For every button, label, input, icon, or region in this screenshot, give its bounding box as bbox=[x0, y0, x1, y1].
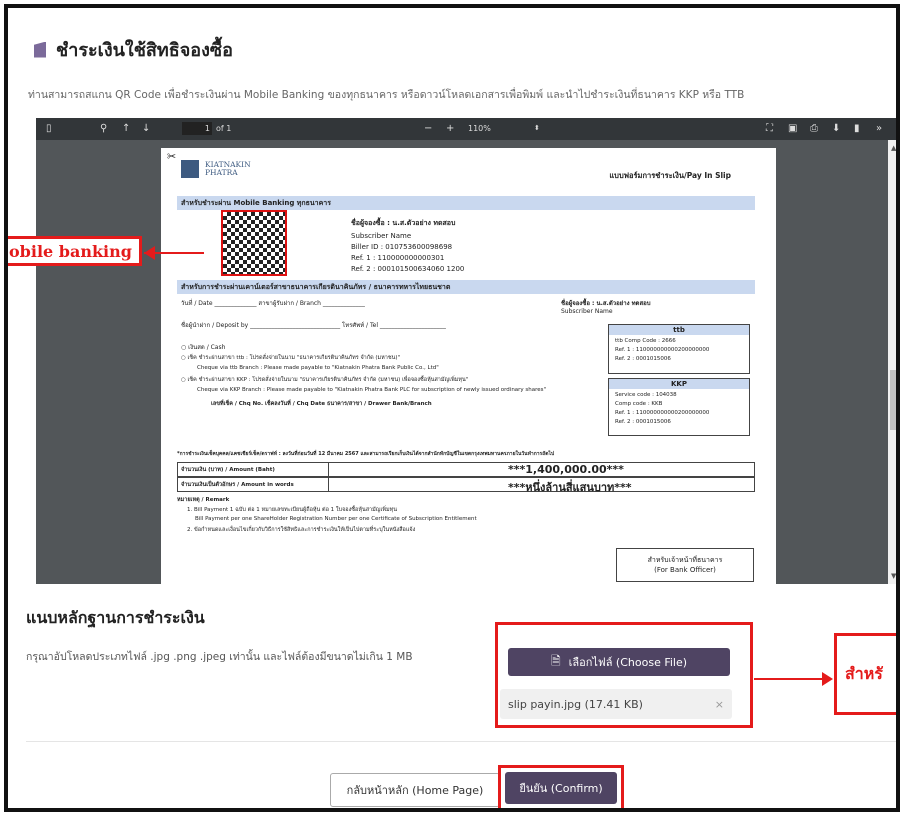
amount-label: จำนวนเงิน (บาท) / Amount (Baht) bbox=[181, 467, 275, 473]
depositor-line: ชื่อผู้นำฝาก / Deposit by ______________… bbox=[181, 322, 446, 329]
pdf-scrollbar[interactable]: ▲ ▼ bbox=[888, 140, 896, 584]
ttb-ref2: Ref. 2 : 0001015006 bbox=[615, 356, 671, 362]
date-line: วันที่ / Date ______________ สาขาผู้รับฝ… bbox=[181, 300, 365, 307]
presentation-mode-icon[interactable]: ⛶ bbox=[766, 123, 773, 134]
kkp-ref2: Ref. 2 : 0001015006 bbox=[615, 419, 671, 425]
attach-section-title: แนบหลักฐานการชำระเงิน bbox=[26, 608, 205, 627]
kkp-box: KKP Service code : 104038 Comp code : KK… bbox=[608, 378, 750, 436]
kkp-service-code: Service code : 104038 bbox=[615, 392, 677, 398]
remark-1-en: Bill Payment per one ShareHolder Registr… bbox=[195, 516, 477, 522]
remark-2: 2. ข้อกำหนดและเงื่อนไขเกี่ยวกับวิธีการใช… bbox=[187, 527, 416, 533]
page-header: ชำระเงินใช้สิทธิจองซื้อ bbox=[34, 35, 233, 64]
remove-file-icon[interactable]: × bbox=[715, 698, 724, 711]
cheque-ttb-en: Cheque via ttb Branch : Please made paya… bbox=[197, 365, 439, 371]
ttb-comp-code: ttb Comp Code : 2666 bbox=[615, 338, 676, 344]
kkp-ref1: Ref. 1 : 110000000000200000000 bbox=[615, 410, 710, 416]
callout-arrow-right bbox=[754, 678, 824, 680]
mobile-banking-callout: obile banking bbox=[8, 236, 142, 266]
home-page-button[interactable]: กลับหน้าหลัก (Home Page) bbox=[330, 773, 500, 807]
pdf-scrollbar-thumb[interactable] bbox=[890, 370, 896, 430]
cheque-kkp: ○ เช็ค ชำระผ่านสาขา KKP : โปรดสั่งจ่ายใน… bbox=[181, 377, 469, 383]
page-description: ท่านสามารถสแกน QR Code เพื่อชำระเงินผ่าน… bbox=[28, 89, 745, 101]
upload-callout: สำหรั bbox=[834, 633, 896, 715]
file-upload-icon: 🗎 bbox=[550, 653, 561, 668]
ttb-box: ttb ttb Comp Code : 2666 Ref. 1 : 110000… bbox=[608, 324, 750, 374]
remark-1: 1. Bill Payment 1 ฉบับ ต่อ 1 หมายเลขทะเบ… bbox=[187, 507, 397, 513]
zoom-dropdown-icon[interactable]: ⬍ bbox=[534, 124, 540, 132]
kkp-comp-code: Comp code : KKB bbox=[615, 401, 663, 407]
biller-id: Biller ID : 010753600098698 bbox=[351, 243, 453, 251]
bookmark-icon[interactable]: ▮ bbox=[854, 123, 860, 134]
counter-band: สำหรับการชำระผ่านเคาน์เตอร์สาขาธนาคารเกี… bbox=[177, 280, 755, 294]
pdf-viewer[interactable]: ▯ ⚲ ↑ ↓ 1 of 1 − + 110% ⬍ ⛶ ▣ ⎙ ⬇ ▮ » ✂ … bbox=[36, 118, 896, 584]
cheque-columns: เลขที่เช็ค / Chq No. เช็คลงวันที่ / Chq … bbox=[211, 401, 432, 407]
scroll-down-icon[interactable]: ▼ bbox=[891, 572, 896, 580]
mobile-banking-band: สำหรับชำระผ่าน Mobile Banking ทุกธนาคาร bbox=[177, 196, 755, 210]
qr-code bbox=[221, 210, 287, 276]
slip-title: แบบฟอร์มการชำระเงิน/Pay In Slip bbox=[609, 171, 731, 180]
bank-officer-box: สำหรับเจ้าหน้าที่ธนาคาร (For Bank Office… bbox=[616, 548, 754, 582]
subscriber-name-en: Subscriber Name bbox=[351, 232, 412, 240]
zoom-select[interactable]: 110% bbox=[468, 124, 491, 133]
deadline-note: *การชำระเงินเช็คบุคคล/แคชเชียร์เช็ค/ดราฟ… bbox=[177, 451, 555, 457]
open-file-icon[interactable]: ▣ bbox=[788, 123, 797, 134]
kkp-box-head: KKP bbox=[609, 379, 749, 389]
download-icon[interactable]: ⬇ bbox=[832, 123, 840, 134]
page-count: of 1 bbox=[216, 124, 232, 133]
previous-page-icon[interactable]: ↑ bbox=[122, 123, 130, 134]
zoom-out-icon[interactable]: − bbox=[424, 123, 432, 134]
subscriber-name-en-2: Subscriber Name bbox=[561, 308, 613, 315]
print-icon[interactable]: ⎙ bbox=[810, 123, 818, 134]
confirm-button[interactable]: ยืนยัน (Confirm) bbox=[505, 772, 617, 804]
sidebar-toggle-icon[interactable]: ▯ bbox=[46, 123, 52, 134]
upload-hint: กรุณาอัปโหลดประเภทไฟล์ .jpg .png .jpeg เ… bbox=[26, 651, 413, 663]
pdf-page: ✂ KIATNAKIN PHATRA แบบฟอร์มการชำระเงิน/P… bbox=[161, 148, 776, 584]
amount-row: จำนวนเงิน (บาท) / Amount (Baht) ***1,400… bbox=[177, 462, 755, 477]
selected-file: slip payin.jpg (17.41 KB) × bbox=[500, 689, 732, 719]
bank-name: KIATNAKIN PHATRA bbox=[205, 160, 251, 177]
next-page-icon[interactable]: ↓ bbox=[142, 123, 150, 134]
amount-words-row: จำนวนเงินเป็นตัวอักษร / Amount in words … bbox=[177, 477, 755, 494]
page-number-input[interactable]: 1 bbox=[182, 122, 212, 135]
ref1: Ref. 1 : 110000000000301 bbox=[351, 254, 445, 262]
cash-option: ○ เงินสด / Cash bbox=[181, 344, 226, 351]
ref2: Ref. 2 : 000101500634060 1200 bbox=[351, 265, 465, 273]
bank-logo-icon bbox=[181, 160, 199, 178]
scissors-icon: ✂ bbox=[167, 150, 177, 163]
cheque-ttb: ○ เช็ค ชำระผ่านสาขา ttb : โปรดสั่งจ่ายใน… bbox=[181, 355, 401, 361]
subscriber-label: ชื่อผู้จองซื้อ : น.ส.ตัวอย่าง ทดสอบ bbox=[351, 219, 456, 227]
ttb-ref1: Ref. 1 : 110000000000200000000 bbox=[615, 347, 710, 353]
cheque-kkp-en: Cheque via KKP Branch : Please made paya… bbox=[197, 387, 547, 393]
choose-file-button[interactable]: 🗎 เลือกไฟล์ (Choose File) bbox=[508, 648, 730, 676]
search-icon[interactable]: ⚲ bbox=[100, 123, 107, 134]
amount-value: ***1,400,000.00*** bbox=[508, 463, 624, 476]
scroll-up-icon[interactable]: ▲ bbox=[891, 144, 896, 152]
subscriber-label-2: ชื่อผู้จองซื้อ : น.ส.ตัวอย่าง ทดสอบ bbox=[561, 300, 651, 307]
amount-words-label: จำนวนเงินเป็นตัวอักษร / Amount in words bbox=[181, 482, 294, 488]
divider bbox=[26, 741, 896, 742]
file-name: slip payin.jpg (17.41 KB) bbox=[508, 697, 643, 711]
bank-logo: KIATNAKIN PHATRA bbox=[181, 160, 251, 178]
ttb-box-head: ttb bbox=[609, 325, 749, 335]
amount-words-value: ***หนึ่งล้านสี่แสนบาท*** bbox=[508, 481, 632, 494]
callout-arrow-right-head bbox=[822, 672, 833, 686]
callout-arrow-left-head bbox=[144, 246, 155, 260]
choose-file-label: เลือกไฟล์ (Choose File) bbox=[568, 656, 688, 669]
pdf-toolbar: ▯ ⚲ ↑ ↓ 1 of 1 − + 110% ⬍ ⛶ ▣ ⎙ ⬇ ▮ » bbox=[36, 118, 896, 140]
confirm-arrow bbox=[603, 811, 605, 812]
page-title: ชำระเงินใช้สิทธิจองซื้อ bbox=[56, 40, 233, 61]
title-marker-icon bbox=[34, 41, 46, 58]
zoom-in-icon[interactable]: + bbox=[446, 123, 454, 134]
remark-title: หมายเหตุ / Remark bbox=[177, 497, 230, 503]
tools-menu-icon[interactable]: » bbox=[876, 123, 882, 134]
page-frame: ชำระเงินใช้สิทธิจองซื้อ ท่านสามารถสแกน Q… bbox=[4, 4, 900, 812]
